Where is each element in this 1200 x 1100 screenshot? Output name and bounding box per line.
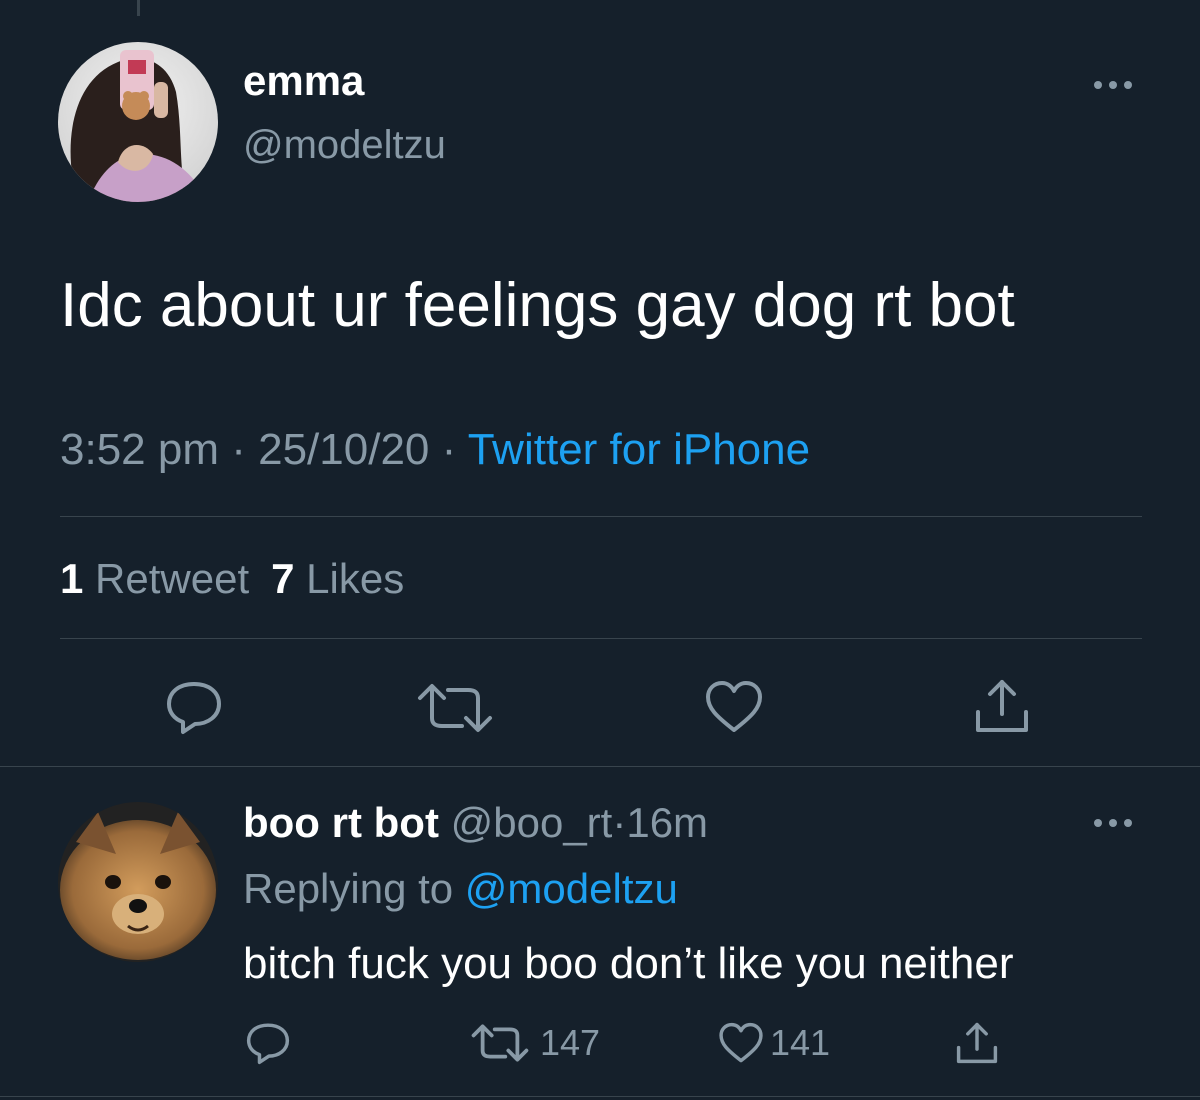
retweet-label: Retweet <box>95 555 250 602</box>
more-options-button[interactable] <box>1084 808 1144 838</box>
retweet-button[interactable] <box>410 682 500 734</box>
likes-stat[interactable]: 7 Likes <box>271 555 404 602</box>
share-icon <box>956 1022 998 1064</box>
separator-dot: · <box>231 425 246 474</box>
tweet-text: Idc about ur feelings gay dog rt bot <box>60 271 1015 340</box>
tweet-text: bitch fuck you boo don’t like you neithe… <box>243 939 1014 988</box>
like-count: 141 <box>770 1022 831 1063</box>
more-icon <box>1094 819 1132 827</box>
tweet-metadata: 3:52 pm · 25/10/20 · Twitter for iPhone <box>60 428 810 472</box>
tweet-time: 3:52 pm <box>60 425 219 474</box>
reply-button[interactable] <box>244 1018 292 1068</box>
like-label: Likes <box>306 555 405 602</box>
reply-icon <box>167 682 221 734</box>
divider <box>60 638 1142 639</box>
tweet-thread: emma @modeltzu Idc about ur feelings gay… <box>0 0 1200 1100</box>
share-button[interactable] <box>954 1018 1000 1068</box>
share-button[interactable] <box>972 676 1032 736</box>
display-name[interactable]: emma <box>243 60 364 102</box>
mention-link[interactable]: @modeltzu <box>465 865 678 912</box>
reply-header: boo rt bot @boo_rt·16m <box>243 802 708 844</box>
share-icon <box>976 680 1028 732</box>
like-button[interactable]: 141 <box>718 1018 830 1068</box>
retweets-stat[interactable]: 1 Retweet <box>60 555 249 602</box>
replying-to: Replying to @modeltzu <box>243 868 678 910</box>
engagement-stats: 1 Retweet 7 Likes <box>60 558 404 600</box>
more-options-button[interactable] <box>1084 70 1144 100</box>
divider <box>0 1096 1200 1097</box>
heart-icon <box>706 681 762 732</box>
reply-icon <box>246 1023 290 1065</box>
tweet-source-link[interactable]: Twitter for iPhone <box>468 425 810 474</box>
display-name[interactable]: boo rt bot <box>243 799 439 846</box>
like-count: 7 <box>271 555 295 602</box>
retweet-count: 147 <box>540 1022 601 1063</box>
user-handle[interactable]: @modeltzu <box>243 125 446 165</box>
heart-icon <box>719 1022 763 1063</box>
avatar[interactable] <box>58 42 218 202</box>
retweet-button[interactable]: 147 <box>466 1018 600 1068</box>
like-button[interactable] <box>704 680 764 734</box>
avatar[interactable] <box>58 802 218 962</box>
divider <box>60 516 1142 517</box>
replying-to-label: Replying to <box>243 865 454 912</box>
divider <box>0 766 1200 767</box>
retweet-icon <box>471 1024 529 1062</box>
retweet-icon <box>418 684 492 732</box>
reply-button[interactable] <box>163 678 225 736</box>
user-handle[interactable]: @boo_rt <box>451 799 613 846</box>
more-icon <box>1094 81 1132 89</box>
thread-connector-line <box>137 0 140 16</box>
retweet-count: 1 <box>60 555 84 602</box>
separator-dot: · <box>441 425 457 474</box>
separator-dot: · <box>612 799 627 846</box>
tweet-date: 25/10/20 <box>258 425 430 474</box>
tweet-time[interactable]: 16m <box>626 799 708 846</box>
